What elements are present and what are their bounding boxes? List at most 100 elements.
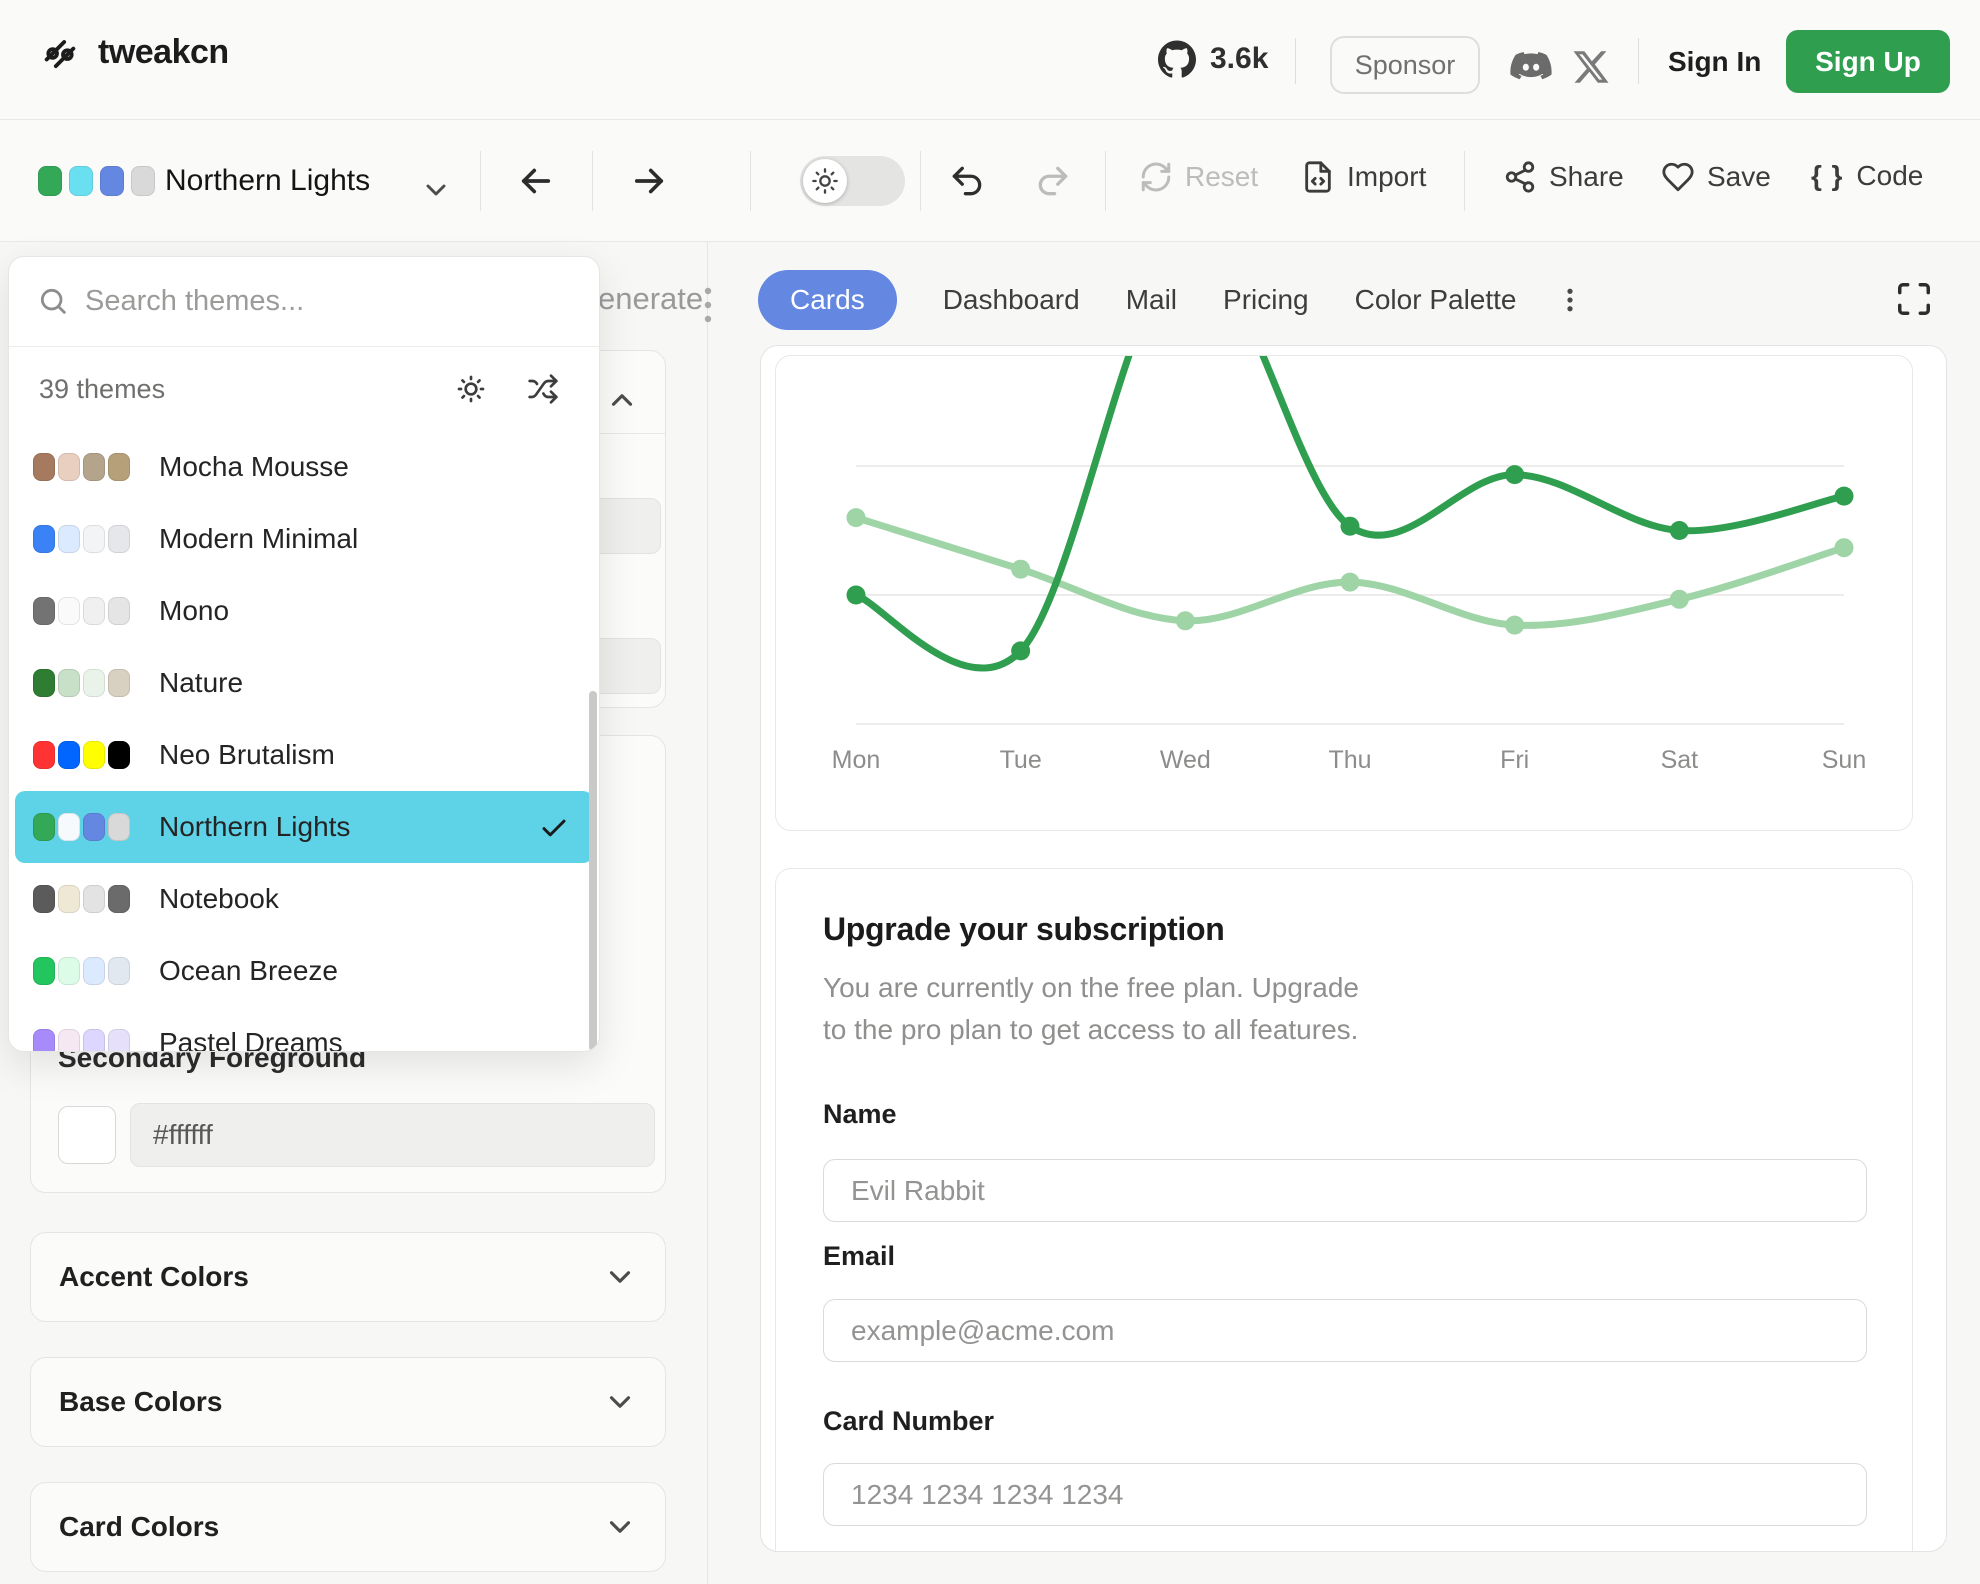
theme-list-item[interactable]: Ocean Breeze	[15, 935, 593, 1007]
theme-color-swatch	[83, 885, 105, 913]
sponsor-button[interactable]: Sponsor	[1330, 36, 1480, 94]
theme-color-swatch	[33, 669, 55, 697]
theme-list-item[interactable]: Mocha Mousse	[15, 431, 593, 503]
theme-color-swatch	[33, 957, 55, 985]
sun-icon	[803, 159, 847, 203]
discord-icon[interactable]	[1508, 44, 1554, 90]
sponsor-label: Sponsor	[1355, 50, 1456, 81]
share-label: Share	[1549, 161, 1624, 193]
theme-color-swatch	[58, 453, 80, 481]
theme-color-swatch	[33, 525, 55, 553]
name-field[interactable]	[823, 1159, 1867, 1222]
editor-toolbar: Northern Lights Reset Import	[0, 120, 1980, 242]
chevron-up-icon[interactable]	[605, 383, 639, 417]
save-button[interactable]: Save	[1661, 160, 1771, 194]
toolbar-divider	[480, 151, 481, 211]
toolbar-divider	[592, 151, 593, 211]
email-field[interactable]	[823, 1299, 1867, 1362]
toolbar-divider	[750, 151, 751, 211]
tab-cards[interactable]: Cards	[758, 270, 897, 330]
github-stars-button[interactable]: 3.6k	[1158, 40, 1268, 78]
history-forward-icon[interactable]	[628, 160, 670, 202]
theme-list-item[interactable]: Pastel Dreams	[15, 1007, 593, 1052]
tab-color-palette[interactable]: Color Palette	[1355, 284, 1517, 316]
import-button[interactable]: Import	[1301, 160, 1426, 194]
theme-color-swatch	[58, 957, 80, 985]
fullscreen-icon[interactable]	[1895, 280, 1933, 318]
dropdown-scrollbar-thumb[interactable]	[589, 691, 597, 1051]
upgrade-subscription-card: Upgrade your subscription You are curren…	[775, 868, 1913, 1552]
x-twitter-icon[interactable]	[1570, 46, 1612, 88]
theme-list-item[interactable]: Neo Brutalism	[15, 719, 593, 791]
theme-name-label: Nature	[159, 667, 243, 699]
current-theme-name[interactable]: Northern Lights	[165, 164, 370, 198]
share-button[interactable]: Share	[1503, 160, 1624, 194]
more-tabs-icon[interactable]	[1555, 285, 1585, 315]
theme-color-swatch	[100, 166, 124, 196]
theme-name-label: Neo Brutalism	[159, 739, 335, 771]
theme-color-swatch	[108, 453, 130, 481]
theme-color-swatch	[33, 453, 55, 481]
theme-name-label: Modern Minimal	[159, 523, 358, 555]
refresh-icon	[1139, 160, 1173, 194]
theme-color-swatch	[58, 525, 80, 553]
chevron-down-icon[interactable]	[420, 174, 452, 206]
random-theme-shuffle-icon[interactable]	[527, 373, 559, 405]
import-label: Import	[1347, 161, 1426, 193]
panel-resize-handle-icon[interactable]	[700, 283, 716, 327]
theme-color-swatch	[108, 957, 130, 985]
sign-up-button[interactable]: Sign Up	[1786, 30, 1950, 93]
accent-colors-section-toggle[interactable]: Accent Colors	[30, 1232, 666, 1322]
svg-text:Mon: Mon	[832, 746, 881, 774]
theme-color-swatch	[58, 885, 80, 913]
app-logo[interactable]: tweakcn	[40, 32, 229, 72]
theme-selector-dropdown: 39 themes Mocha Mousse Modern Minimal Mono…	[8, 256, 600, 1052]
light-dark-mode-toggle[interactable]	[800, 156, 905, 206]
theme-color-swatch	[83, 813, 105, 841]
card-colors-section-toggle[interactable]: Card Colors	[30, 1482, 666, 1572]
theme-list-item[interactable]: Modern Minimal	[15, 503, 593, 575]
save-label: Save	[1707, 161, 1771, 193]
generate-label-fragment[interactable]: enerate	[598, 281, 703, 317]
undo-icon[interactable]	[948, 162, 986, 200]
theme-name-label: Notebook	[159, 883, 279, 915]
theme-count-row: 39 themes	[9, 347, 599, 431]
redo-icon[interactable]	[1034, 162, 1072, 200]
theme-name-label: Northern Lights	[159, 811, 350, 843]
current-theme-swatches[interactable]	[38, 166, 155, 196]
tab-dashboard[interactable]: Dashboard	[943, 284, 1080, 316]
theme-color-swatch	[83, 597, 105, 625]
light-mode-filter-icon[interactable]	[455, 373, 487, 405]
card-number-field[interactable]	[823, 1463, 1867, 1526]
theme-color-swatch	[83, 1029, 105, 1052]
chevron-down-icon	[603, 1510, 637, 1544]
tab-pricing[interactable]: Pricing	[1223, 284, 1309, 316]
theme-list-item[interactable]: Mono	[15, 575, 593, 647]
chevron-down-icon	[603, 1260, 637, 1294]
theme-color-swatch	[33, 597, 55, 625]
preview-scroll-container[interactable]: MonTueWedThuFriSatSun Upgrade your subsc…	[760, 345, 1947, 1552]
svg-text:Fri: Fri	[1500, 746, 1529, 774]
secondary-foreground-input[interactable]	[130, 1103, 655, 1167]
github-icon	[1158, 40, 1196, 78]
theme-search-input[interactable]	[85, 257, 565, 345]
base-colors-section-toggle[interactable]: Base Colors	[30, 1357, 666, 1447]
theme-color-swatch	[58, 669, 80, 697]
sign-in-button[interactable]: Sign In	[1668, 46, 1761, 78]
panel-divider	[707, 120, 708, 1584]
secondary-foreground-swatch[interactable]	[58, 1106, 116, 1164]
theme-color-swatch	[108, 813, 130, 841]
theme-color-swatch	[108, 597, 130, 625]
tab-mail[interactable]: Mail	[1126, 284, 1177, 316]
theme-color-swatch	[69, 166, 93, 196]
theme-list-item[interactable]: Northern Lights	[15, 791, 593, 863]
undo-history-back-icon[interactable]	[515, 160, 557, 202]
accent-colors-label: Accent Colors	[59, 1261, 249, 1293]
code-button[interactable]: { } Code	[1811, 160, 1923, 192]
theme-color-swatch	[108, 741, 130, 769]
theme-list-item[interactable]: Nature	[15, 647, 593, 719]
svg-text:Tue: Tue	[1000, 746, 1042, 774]
reset-button[interactable]: Reset	[1139, 160, 1258, 194]
theme-list-item[interactable]: Notebook	[15, 863, 593, 935]
upgrade-card-title: Upgrade your subscription	[823, 911, 1224, 948]
